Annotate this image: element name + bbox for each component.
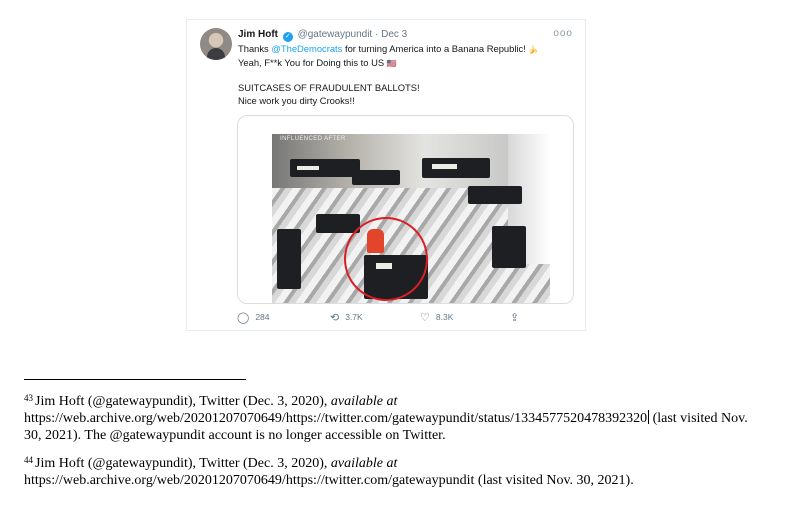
- like-count: 8.3K: [435, 312, 454, 322]
- tweet-line-1: Thanks @TheDemocrats for turning America…: [238, 43, 578, 57]
- footnote-text: Jim Hoft (@gatewaypundit), Twitter (Dec.…: [35, 456, 331, 471]
- footnote-number: 43: [24, 393, 33, 403]
- footnote-remainder: (last visited Nov. 30, 2021).: [474, 473, 634, 488]
- like-icon: ♡: [420, 312, 430, 324]
- tweet-text: Thanks @TheDemocrats for turning America…: [238, 43, 578, 107]
- tweet-date: Dec 3: [381, 29, 408, 40]
- tweet-line-2: Yeah, F**k You for Doing this to US 🇺🇸: [238, 57, 578, 71]
- tweet-line-3: SUITCASES OF FRAUDULENT BALLOTS!: [238, 82, 420, 93]
- reply-icon: ◯: [237, 312, 250, 324]
- footnote-text: Jim Hoft (@gatewaypundit), Twitter (Dec.…: [35, 394, 331, 409]
- mention-link: @TheDemocrats: [271, 43, 343, 54]
- tweet-actions: ◯ 284 ⟲ 3.7K ♡ 8.3K ⇪: [237, 311, 537, 325]
- flag-emoji: 🇺🇸: [386, 58, 397, 68]
- tweet-line-4: Nice work you dirty Crooks!!: [238, 94, 355, 106]
- embedded-tweet-image: Jim Hoft ✓ @gatewaypundit · Dec 3 ooo Th…: [186, 19, 586, 331]
- avatar: [200, 28, 232, 60]
- separator-dot: ·: [375, 29, 379, 40]
- red-highlight-circle: [344, 217, 428, 301]
- author-handle: @gatewaypundit: [297, 29, 373, 40]
- footnote-number: 44: [24, 455, 33, 465]
- share-icon: ⇪: [510, 312, 520, 324]
- verified-icon: ✓: [282, 32, 293, 42]
- footnote-separator: [24, 379, 246, 380]
- retweet-action: ⟲ 3.7K: [330, 311, 363, 324]
- tweet-line-1-start: Thanks: [238, 43, 272, 54]
- reply-count: 284: [255, 312, 270, 322]
- more-options-icon: ooo: [553, 28, 573, 39]
- media-card: INFLUENCED AFTER: [237, 115, 574, 304]
- footnote-43: 43 Jim Hoft (@gatewaypundit), Twitter (De…: [24, 390, 764, 444]
- banana-emoji: 🍌: [528, 45, 539, 54]
- retweet-icon: ⟲: [330, 312, 340, 324]
- tweet-line-1-end: for turning America into a Banana Republ…: [342, 43, 526, 54]
- video-thumbnail: INFLUENCED AFTER: [272, 134, 550, 303]
- tweet-header: Jim Hoft ✓ @gatewaypundit · Dec 3: [238, 29, 407, 42]
- tweet-line-2-text: Yeah, F**k You for Doing this to US: [238, 56, 385, 68]
- retweet-count: 3.7K: [345, 312, 363, 322]
- footnote-44: 44 Jim Hoft (@gatewaypundit), Twitter (De…: [24, 452, 764, 489]
- footnote-italic: available at: [330, 456, 398, 471]
- reply-action: ◯ 284: [237, 311, 270, 324]
- archive-url: https://web.archive.org/web/202012070706…: [24, 411, 648, 426]
- video-overlay-text: INFLUENCED AFTER: [280, 136, 346, 142]
- author-name: Jim Hoft: [238, 29, 278, 40]
- like-action: ♡ 8.3K: [420, 311, 453, 324]
- share-action: ⇪: [510, 311, 525, 324]
- archive-url: https://web.archive.org/web/202012070706…: [24, 473, 475, 488]
- footnote-italic: available at: [330, 394, 398, 409]
